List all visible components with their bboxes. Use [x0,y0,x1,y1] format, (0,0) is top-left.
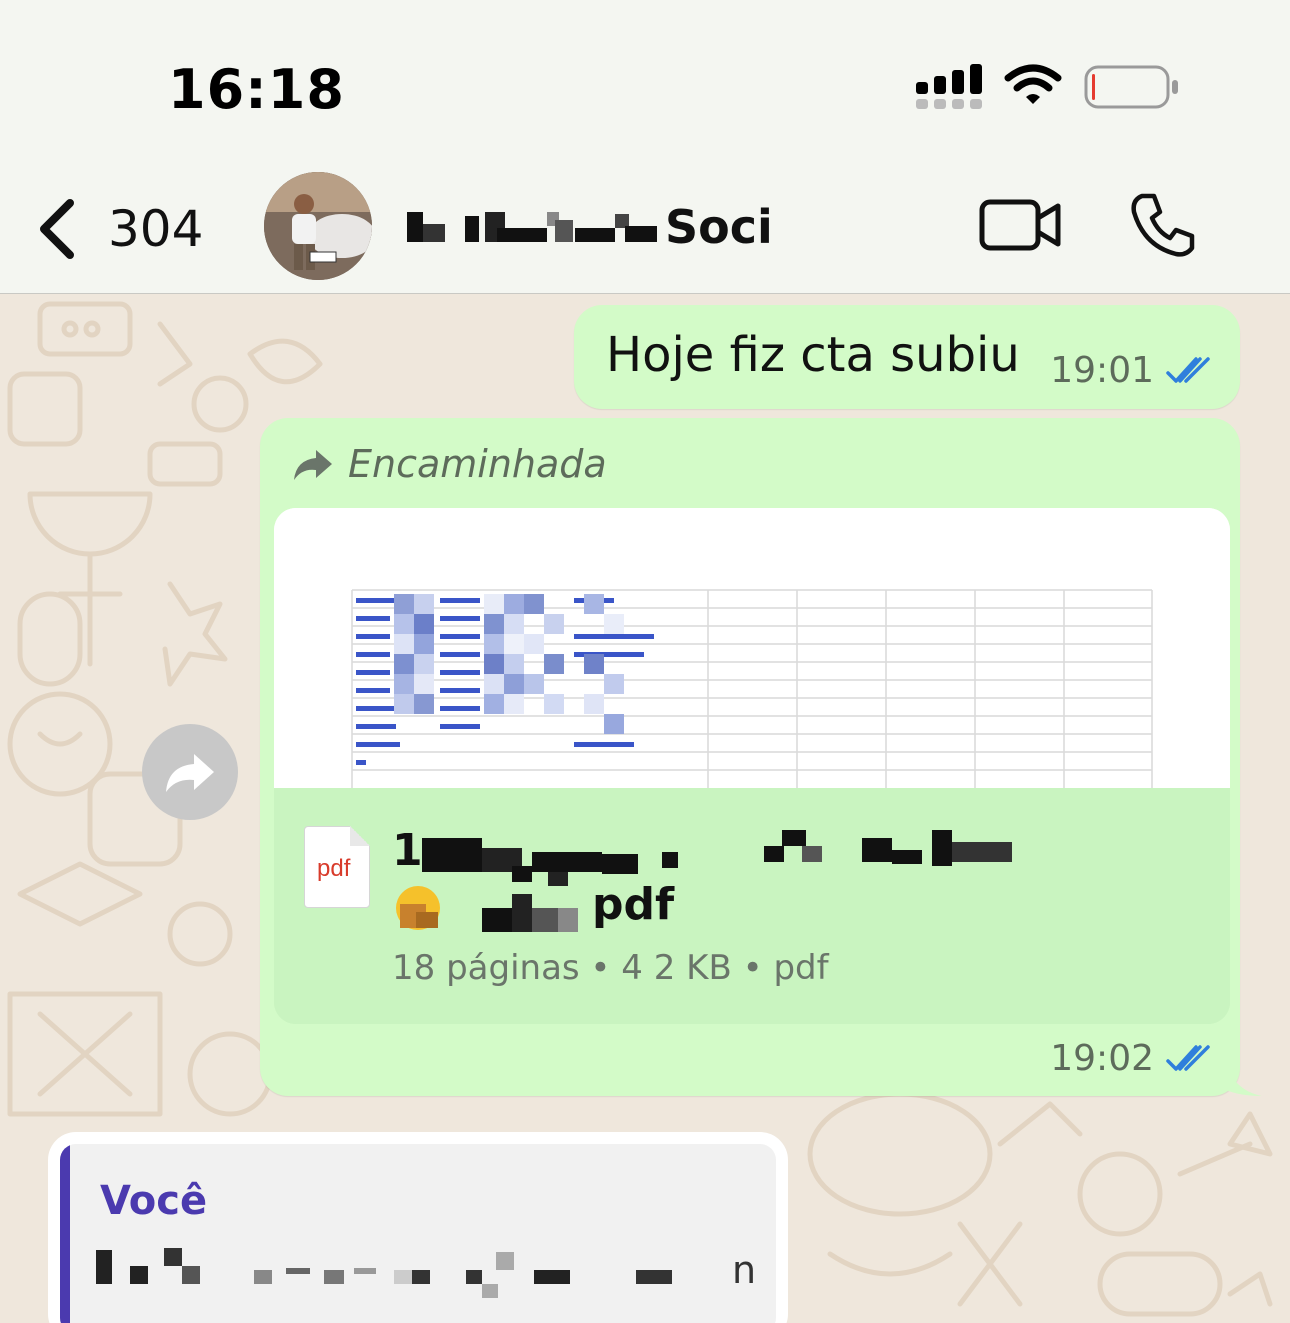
document-preview[interactable] [274,508,1230,788]
battery-low-icon [1084,65,1178,109]
forwarded-label: Encaminhada [348,442,607,486]
status-time: 16:18 [168,58,345,121]
quote-text-redaction [96,1248,672,1298]
message-time: 19:02 [1050,1038,1154,1079]
avatar[interactable] [264,172,372,280]
double-check-read-icon [1166,1044,1210,1071]
document-name: 1 pdf [392,824,1092,932]
forward-button[interactable] [142,724,238,820]
quote-text: n [732,1248,757,1292]
phone-icon[interactable] [1128,190,1198,260]
bubble-tail [1226,1060,1262,1096]
forward-arrow-icon [166,754,214,792]
pdf-file-icon: pdf [304,826,370,908]
unread-count: 304 [108,200,204,258]
outgoing-message[interactable]: Hoje fiz cta subiu 19:01 [574,305,1240,409]
file-type-label: pdf [317,855,351,882]
forward-arrow-icon [294,450,332,480]
document-name-extension: pdf [592,879,675,930]
chat-header: 304 Soci [0,160,1290,294]
message-text: Hoje fiz cta subiu [606,327,1020,383]
wifi-icon [1004,64,1062,104]
double-check-read-icon [1166,356,1210,383]
quote-author: Você [100,1178,208,1224]
forwarded-indicator: Encaminhada [292,442,607,486]
message-meta: 19:01 [1050,350,1212,391]
status-bar: 16:18 [0,0,1290,160]
quoted-message[interactable]: Você n [60,1144,776,1323]
document-meta: 18 páginas • 4 2 KB • pdf [392,948,829,988]
message-time: 19:01 [1050,350,1154,391]
video-camera-icon[interactable] [978,194,1064,256]
cellular-signal-icon [916,64,982,109]
avatar-photo [264,172,372,280]
chevron-left-icon [40,199,74,259]
outgoing-document-message[interactable]: Encaminhada pdf 1 pdf 18 páginas • 4 2 K… [260,418,1240,1096]
document-info[interactable]: pdf 1 pdf 18 páginas • 4 2 KB • pdf [274,788,1230,1024]
spreadsheet-thumbnail [274,508,1230,788]
contact-name[interactable]: Soci [665,200,773,254]
incoming-message[interactable]: Você n [48,1132,788,1323]
back-button[interactable]: 304 [34,194,203,264]
document-name-visible: 1 [392,825,423,876]
document-card[interactable]: pdf 1 pdf 18 páginas • 4 2 KB • pdf [274,508,1230,1024]
quote-accent-bar [60,1144,70,1323]
message-meta: 19:02 [1050,1038,1212,1079]
